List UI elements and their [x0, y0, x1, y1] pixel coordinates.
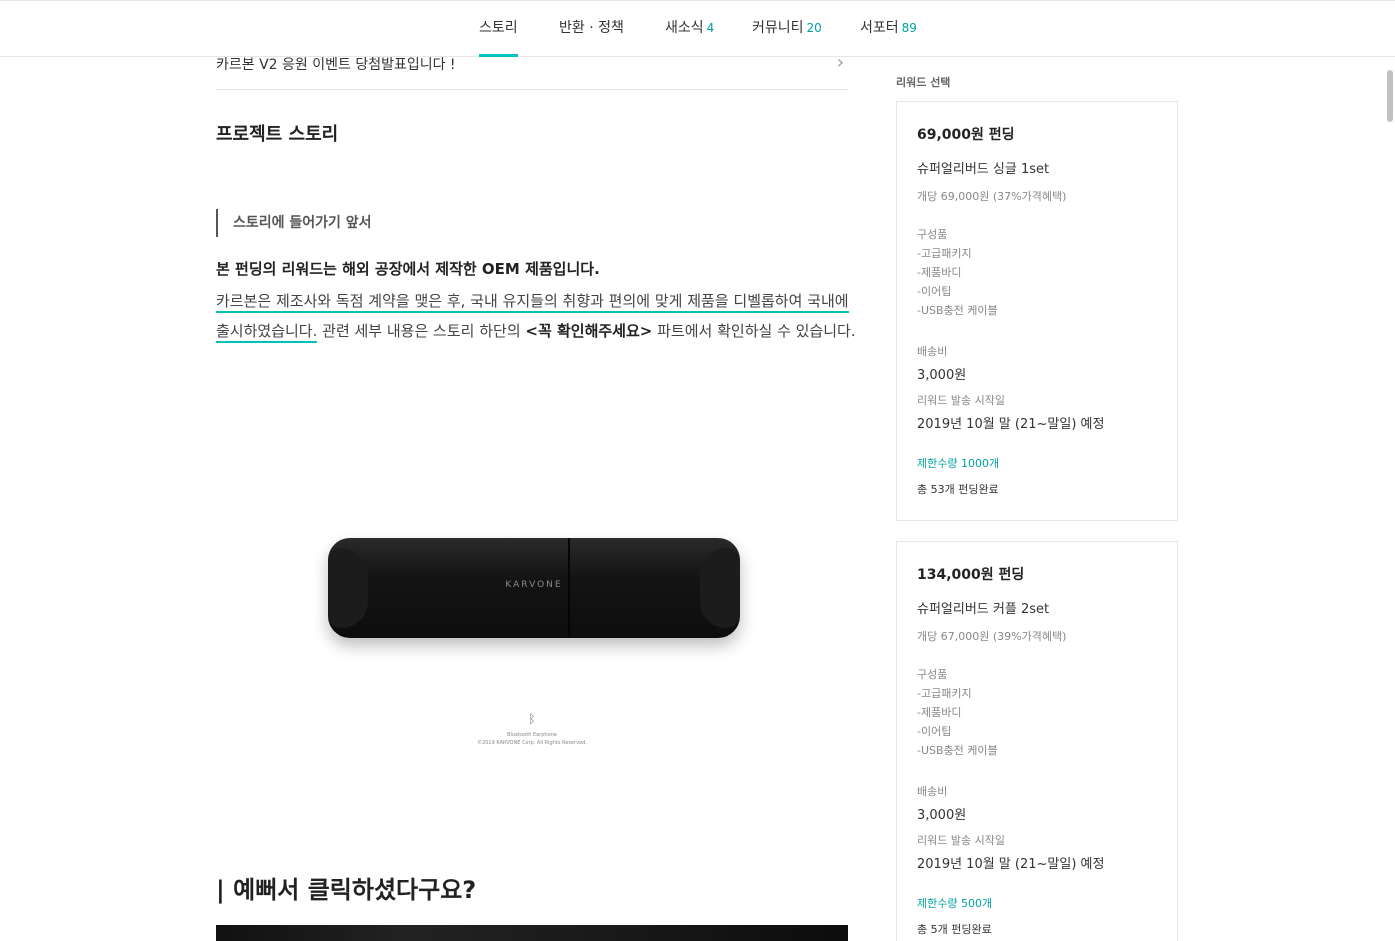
- tab-label: 서포터: [860, 20, 899, 36]
- funded-count: 총 53개 펀딩완료: [917, 483, 999, 496]
- tab-label: 반환 · 정책: [559, 20, 624, 36]
- component-item: -고급패키지: [917, 687, 972, 700]
- ship-start-date: 2019년 10월 말 (21~말일) 예정: [917, 857, 1105, 872]
- reward-name: 슈퍼얼리버드 싱글 1set: [917, 162, 1050, 177]
- story-quote: 스토리에 들어가기 앞서: [216, 209, 372, 237]
- components-label: 구성품: [917, 228, 948, 241]
- shipping-fee: 3,000원: [917, 368, 967, 383]
- tab-news[interactable]: 새소식 4: [665, 1, 714, 57]
- component-item: -이어팁: [917, 725, 952, 738]
- image-copyright: ©2019 KARVONE Corp. All Rights Reserved.: [477, 740, 587, 746]
- para-emphasis: <꼭 확인해주세요>: [525, 322, 653, 340]
- shipping-label: 배송비: [917, 345, 948, 358]
- reward-name: 슈퍼얼리버드 커플 2set: [917, 602, 1050, 617]
- component-item: -USB충전 케이블: [917, 744, 998, 757]
- image-caption: Bluetooth Earphone: [507, 732, 557, 738]
- tab-label: 커뮤니티: [752, 20, 804, 36]
- limit-quantity: 제한수량 500개: [917, 897, 993, 910]
- ship-start-label: 리워드 발송 시작일: [917, 834, 1005, 847]
- shipping-label: 배송비: [917, 785, 948, 798]
- funded-count: 총 5개 펀딩완료: [917, 923, 992, 936]
- ship-start-date: 2019년 10월 말 (21~말일) 예정: [917, 417, 1105, 432]
- reward-select-label: 리워드 선택: [896, 76, 951, 89]
- reward-card[interactable]: 134,000원 펀딩 슈퍼얼리버드 커플 2set 개당 67,000원 (3…: [896, 541, 1178, 941]
- component-item: -USB충전 케이블: [917, 304, 998, 317]
- section-headline: | 예뻐서 클릭하셨다구요?: [216, 876, 477, 904]
- para-text: 파트에서 확인하실 수 있습니다.: [652, 322, 856, 340]
- notice-link[interactable]: 카르본 V2 응원 이벤트 당첨발표입니다 ! ›: [216, 52, 848, 90]
- tab-count: 20: [806, 21, 822, 35]
- component-item: -고급패키지: [917, 247, 972, 260]
- earphone-case: KARVONE: [328, 538, 740, 638]
- reward-unit-price: 개당 69,000원 (37%가격혜택): [917, 190, 1067, 203]
- product-image: KARVONE ᛒ Bluetooth Earphone ©2019 KARVO…: [216, 400, 848, 800]
- story-paragraph: 카르본은 제조사와 독점 계약을 맺은 후, 국내 유지들의 취향과 편의에 맞…: [216, 286, 856, 346]
- tab-label: 스토리: [479, 20, 518, 36]
- story-title: 프로젝트 스토리: [216, 124, 339, 145]
- component-item: -이어팁: [917, 285, 952, 298]
- reward-unit-price: 개당 67,000원 (39%가격혜택): [917, 630, 1067, 643]
- tab-label: 새소식: [665, 20, 704, 36]
- reward-price: 69,000원 펀딩: [917, 127, 1015, 143]
- reward-card[interactable]: 69,000원 펀딩 슈퍼얼리버드 싱글 1set 개당 69,000원 (37…: [896, 101, 1178, 521]
- tab-story[interactable]: 스토리: [479, 1, 518, 57]
- component-item: -제품바디: [917, 266, 962, 279]
- notice-text: 카르본 V2 응원 이벤트 당첨발표입니다 !: [216, 57, 456, 73]
- tab-count: 4: [706, 21, 715, 35]
- case-brand: KARVONE: [505, 580, 563, 590]
- story-photo: [216, 925, 848, 941]
- components-label: 구성품: [917, 668, 948, 681]
- scrollbar-track[interactable]: [1385, 57, 1395, 941]
- component-item: -제품바디: [917, 706, 962, 719]
- limit-quantity: 제한수량 1000개: [917, 457, 1000, 470]
- bluetooth-icon: ᛒ: [528, 712, 536, 726]
- tab-community[interactable]: 커뮤니티 20: [752, 1, 822, 57]
- top-nav: 스토리 반환 · 정책 새소식 4 커뮤니티 20 서포터 89: [0, 0, 1395, 57]
- tab-supporters[interactable]: 서포터 89: [860, 1, 917, 57]
- oem-notice: 본 펀딩의 리워드는 해외 공장에서 제작한 OEM 제품입니다.: [216, 260, 600, 278]
- scrollbar-thumb[interactable]: [1387, 70, 1393, 122]
- reward-price: 134,000원 펀딩: [917, 567, 1025, 583]
- tab-count: 89: [901, 21, 917, 35]
- tab-refund-policy[interactable]: 반환 · 정책: [559, 1, 624, 57]
- shipping-fee: 3,000원: [917, 808, 967, 823]
- chevron-right-icon: ›: [836, 52, 844, 73]
- para-text: 관련 세부 내용은 스토리 하단의: [317, 322, 526, 340]
- ship-start-label: 리워드 발송 시작일: [917, 394, 1005, 407]
